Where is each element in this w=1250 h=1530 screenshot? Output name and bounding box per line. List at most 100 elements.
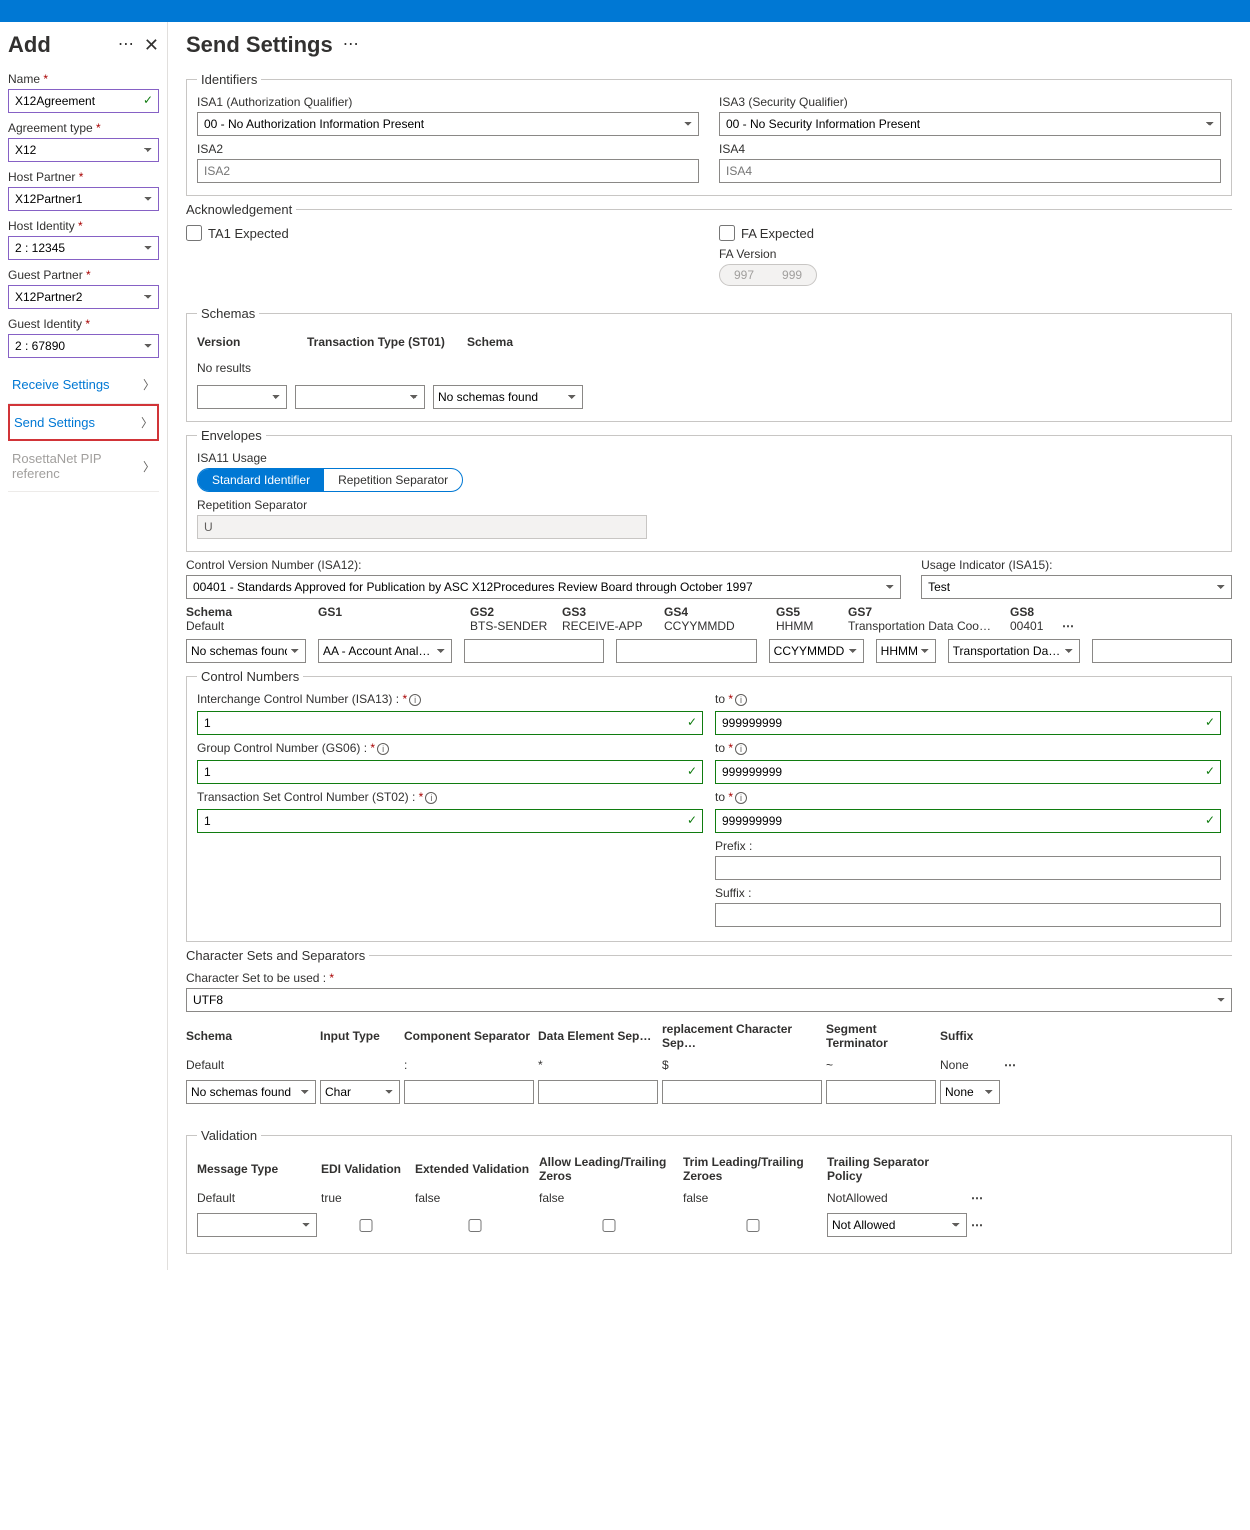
main-content: Send Settings ⋯ Identifiers ISA1 (Author…: [168, 22, 1250, 1270]
env-gs2-input[interactable]: [464, 639, 604, 663]
info-icon[interactable]: i: [735, 743, 747, 755]
nav-rosettanet[interactable]: RosettaNet PIP referenc〉: [8, 441, 159, 492]
usage-select[interactable]: Test: [921, 575, 1232, 599]
isa2-input[interactable]: [197, 159, 699, 183]
col-transaction-type: Transaction Type (ST01): [307, 335, 447, 349]
close-icon[interactable]: ✕: [144, 36, 159, 54]
usage-label: Usage Indicator (ISA15):: [921, 558, 1232, 572]
isa11-label: ISA11 Usage: [197, 451, 1221, 465]
cs-replacement-input[interactable]: [662, 1080, 822, 1104]
chevron-right-icon: 〉: [141, 414, 153, 431]
sidebar: Add ⋯ ✕ Name Agreement type X12 Host Par…: [0, 22, 168, 1270]
env-schema-select[interactable]: No schemas found: [186, 639, 306, 663]
env-gs5-select[interactable]: HHMM: [876, 639, 936, 663]
info-icon[interactable]: i: [425, 792, 437, 804]
charset-table-row: Default:*$~None⋯: [186, 1054, 1232, 1076]
more-icon[interactable]: ⋯: [1062, 619, 1075, 633]
guest-identity-select[interactable]: 2 : 67890: [8, 334, 159, 358]
info-icon[interactable]: i: [409, 694, 421, 706]
more-icon[interactable]: ⋯: [343, 37, 359, 53]
nav-label: RosettaNet PIP referenc: [12, 451, 143, 481]
env-gs8-input[interactable]: [1092, 639, 1232, 663]
isa2-label: ISA2: [197, 142, 699, 156]
isa11-toggle[interactable]: Standard Identifier Repetition Separator: [197, 468, 463, 492]
page-title: Send Settings: [186, 32, 333, 58]
schema-version-select[interactable]: [197, 385, 287, 409]
no-results: No results: [197, 355, 1221, 381]
isa4-input[interactable]: [719, 159, 1221, 183]
cvn-select[interactable]: 00401 - Standards Approved for Publicati…: [186, 575, 901, 599]
suffix-input[interactable]: [715, 903, 1221, 927]
charset-section: Character Sets and Separators Character …: [186, 948, 1232, 1122]
val-tlz-checkbox[interactable]: [683, 1219, 823, 1232]
isa1-select[interactable]: 00 - No Authorization Information Presen…: [197, 112, 699, 136]
more-icon[interactable]: ⋯: [971, 1191, 991, 1205]
name-label: Name: [8, 72, 159, 86]
gcn-to-input[interactable]: [715, 760, 1221, 784]
val-tsp-select[interactable]: Not Allowed: [827, 1213, 967, 1237]
more-icon[interactable]: ⋯: [118, 37, 134, 53]
agreement-type-select[interactable]: X12: [8, 138, 159, 162]
isa3-select[interactable]: 00 - No Security Information Present: [719, 112, 1221, 136]
control-numbers-section: Control Numbers Interchange Control Numb…: [186, 669, 1232, 942]
schema-transaction-select[interactable]: [295, 385, 425, 409]
val-ext-checkbox[interactable]: [415, 1219, 535, 1232]
nav-receive-settings[interactable]: Receive Settings〉: [8, 366, 159, 404]
nav-label: Receive Settings: [12, 377, 110, 392]
host-identity-select[interactable]: 2 : 12345: [8, 236, 159, 260]
repetition-separator-input: [197, 515, 647, 539]
tsc-to-input[interactable]: [715, 809, 1221, 833]
envelope-table-head: SchemaGS1GS2GS3GS4GS5GS7GS8: [186, 605, 1232, 619]
info-icon[interactable]: i: [377, 743, 389, 755]
env-gs1-select[interactable]: AA - Account Anal…: [318, 639, 452, 663]
schemas-section: Schemas Version Transaction Type (ST01) …: [186, 306, 1232, 422]
cs-component-input[interactable]: [404, 1080, 534, 1104]
val-alz-checkbox[interactable]: [539, 1219, 679, 1232]
fa-checkbox[interactable]: FA Expected: [719, 225, 1232, 241]
name-input[interactable]: [8, 89, 159, 113]
validation-section: Validation Message TypeEDI ValidationExt…: [186, 1128, 1232, 1254]
gcn-from-input[interactable]: [197, 760, 703, 784]
charset-input-row: No schemas found Char None: [186, 1076, 1232, 1108]
col-version: Version: [197, 335, 287, 349]
schema-select[interactable]: No schemas found: [433, 385, 583, 409]
validation-table-row: DefaulttruefalsefalsefalseNotAllowed⋯: [197, 1187, 1221, 1209]
icn-to-input[interactable]: [715, 711, 1221, 735]
cs-dataelement-input[interactable]: [538, 1080, 658, 1104]
nav-send-settings[interactable]: Send Settings 〉: [8, 404, 159, 441]
nav-label: Send Settings: [14, 415, 95, 430]
env-gs7-select[interactable]: Transportation Da…: [948, 639, 1080, 663]
val-edi-checkbox[interactable]: [321, 1219, 411, 1232]
more-icon[interactable]: ⋯: [971, 1218, 991, 1232]
section-legend: Envelopes: [197, 428, 266, 443]
icn-from-input[interactable]: [197, 711, 703, 735]
info-icon[interactable]: i: [735, 694, 747, 706]
val-msgtype-select[interactable]: [197, 1213, 317, 1237]
info-icon[interactable]: i: [735, 792, 747, 804]
isa1-label: ISA1 (Authorization Qualifier): [197, 95, 699, 109]
prefix-input[interactable]: [715, 856, 1221, 880]
ta1-checkbox[interactable]: TA1 Expected: [186, 225, 699, 241]
cs-segment-input[interactable]: [826, 1080, 936, 1104]
fa-version-toggle[interactable]: 997999: [719, 264, 817, 286]
section-legend: Identifiers: [197, 72, 261, 87]
guest-partner-label: Guest Partner: [8, 268, 159, 282]
fa-version-label: FA Version: [719, 247, 1232, 261]
more-icon[interactable]: ⋯: [1004, 1058, 1024, 1072]
env-gs3-input[interactable]: [616, 639, 756, 663]
tsc-from-input[interactable]: [197, 809, 703, 833]
icn-label: Interchange Control Number (ISA13) : i: [197, 692, 703, 706]
guest-partner-select[interactable]: X12Partner2: [8, 285, 159, 309]
charset-select[interactable]: UTF8: [186, 988, 1232, 1012]
repetition-separator-label: Repetition Separator: [197, 498, 1221, 512]
to-label: to i: [715, 741, 1221, 755]
envelope-input-row: No schemas found AA - Account Anal… CCYY…: [186, 639, 1232, 663]
cs-inputtype-select[interactable]: Char: [320, 1080, 400, 1104]
section-legend: Schemas: [197, 306, 259, 321]
charset-table-head: SchemaInput TypeComponent SeparatorData …: [186, 1018, 1232, 1054]
charset-label: Character Set to be used :: [186, 971, 1232, 985]
cs-schema-select[interactable]: No schemas found: [186, 1080, 316, 1104]
host-partner-select[interactable]: X12Partner1: [8, 187, 159, 211]
env-gs4-select[interactable]: CCYYMMDD: [769, 639, 864, 663]
cs-suffix-select[interactable]: None: [940, 1080, 1000, 1104]
